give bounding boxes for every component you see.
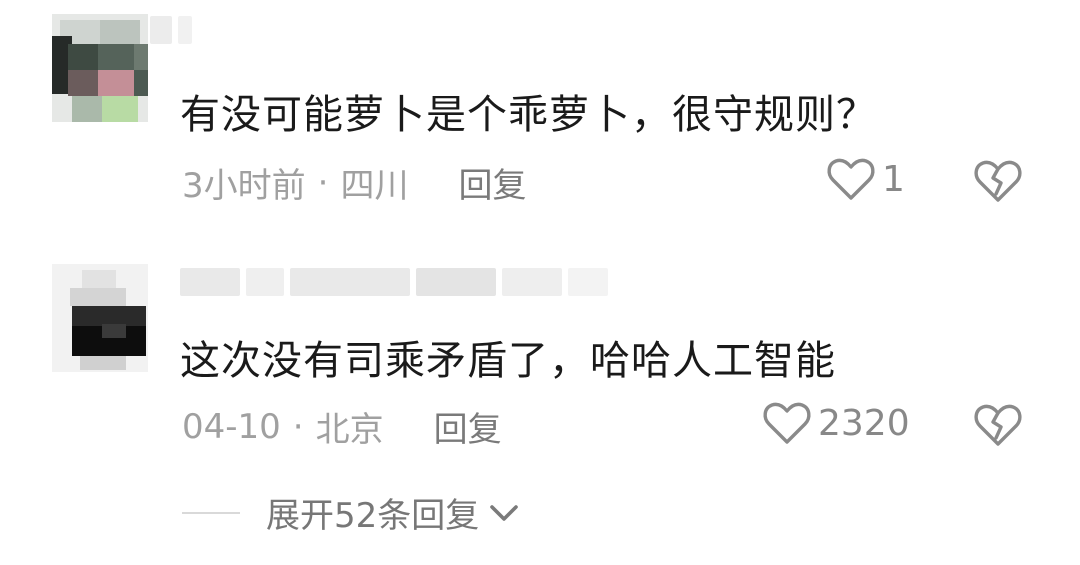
meta-separator: ·: [317, 162, 329, 203]
broken-heart-icon: [974, 160, 1022, 202]
expand-replies-button[interactable]: 展开52条回复: [182, 488, 521, 537]
username-blurred[interactable]: [180, 268, 608, 296]
comment-text: 这次没有司乘矛盾了，哈哈人工智能: [180, 338, 836, 384]
comment-time: 3小时前: [182, 166, 306, 206]
avatar[interactable]: [52, 14, 148, 122]
comment-text: 有没可能萝卜是个乖萝卜，很守规则？: [180, 92, 877, 138]
heart-outline-icon: [763, 402, 811, 444]
like-button[interactable]: 2320: [762, 400, 910, 446]
comment-time: 04-10: [182, 406, 281, 447]
comment-meta: 04-10 · 北京 回复: [182, 402, 502, 451]
comment-location: 四川: [340, 166, 409, 206]
reply-button[interactable]: 回复: [434, 402, 502, 451]
like-count: 2320: [818, 402, 910, 444]
dislike-button[interactable]: [972, 156, 1024, 208]
divider-line: [182, 511, 240, 514]
comment-item-1: 有没可能萝卜是个乖萝卜，很守规则？ 3小时前 · 四川 回复 1: [0, 0, 1080, 230]
comment-item-2: 这次没有司乘矛盾了，哈哈人工智能 04-10 · 北京 回复 2320: [0, 250, 1080, 470]
avatar[interactable]: [52, 264, 148, 372]
reply-button[interactable]: 回复: [458, 158, 526, 207]
like-count: 1: [882, 158, 905, 200]
expand-replies-label: 展开52条回复: [266, 496, 480, 536]
comment-meta: 3小时前 · 四川 回复: [182, 158, 526, 207]
comment-location: 北京: [315, 410, 384, 450]
username-blurred[interactable]: [150, 16, 192, 44]
dislike-button[interactable]: [972, 400, 1024, 452]
heart-outline-icon: [827, 158, 875, 200]
meta-separator: ·: [292, 406, 304, 447]
broken-heart-icon: [974, 404, 1022, 446]
like-button[interactable]: 1: [826, 156, 905, 202]
chevron-down-icon: [490, 504, 519, 521]
